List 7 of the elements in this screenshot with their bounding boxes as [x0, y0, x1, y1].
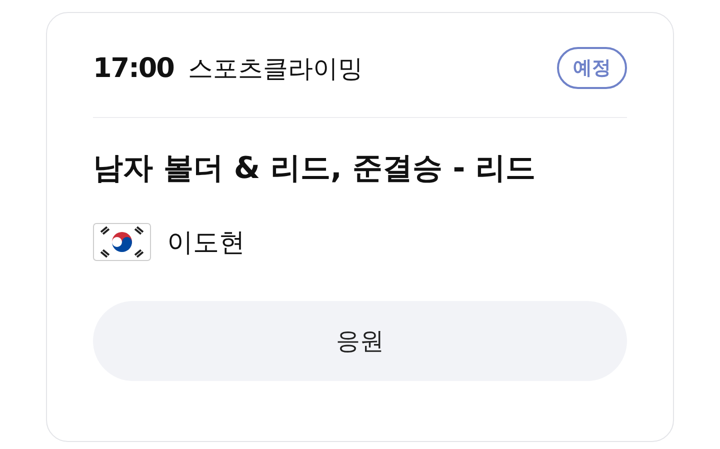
flag-icon: [93, 223, 151, 261]
status-badge: 예정: [557, 47, 627, 89]
event-title: 남자 볼더 & 리드, 준결승 - 리드: [93, 150, 537, 188]
athlete-name: 이도현: [167, 226, 245, 260]
sport-name: 스포츠클라이밍: [188, 52, 363, 84]
event-time: 17:00: [93, 52, 174, 84]
cheer-button[interactable]: 응원: [93, 301, 627, 381]
